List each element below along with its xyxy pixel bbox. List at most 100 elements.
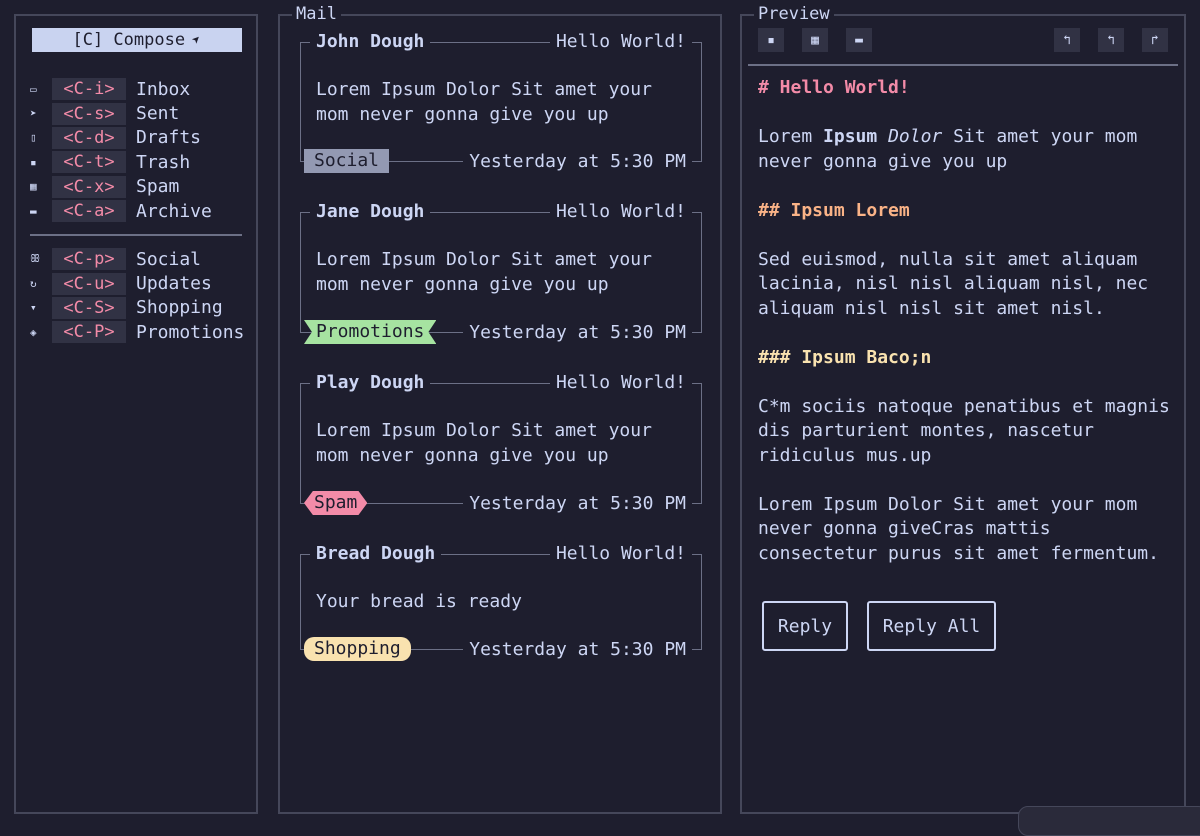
sidebar-divider [30, 234, 242, 236]
mail-date: Yesterday at 5:30 PM [463, 148, 692, 176]
mail-item[interactable]: Play Dough Hello World! Lorem Ipsum Dolo… [300, 371, 702, 518]
mark-spam-button[interactable]: ▦ [802, 28, 828, 52]
archive-icon: ▬ [855, 32, 863, 48]
sidebar-item-social[interactable]: ꕥ <C-p> Social [30, 247, 250, 271]
delete-button[interactable]: ▪ [758, 28, 784, 52]
mail-snippet: Lorem Ipsum Dolor Sit amet your mom neve… [316, 78, 692, 127]
sidebar-item-label: Shopping [136, 297, 223, 319]
tag-badge: Shopping [304, 637, 411, 661]
mail-sender: John Dough [310, 30, 431, 54]
mail-subject: Hello World! [549, 542, 692, 566]
sidebar-item-shopping[interactable]: ▾ <C-S> Shopping [30, 296, 250, 320]
shortcut-key: <C-S> [52, 296, 126, 319]
shortcut-key: <C-d> [52, 126, 126, 149]
heading-2: ## Ipsum Lorem [758, 199, 910, 221]
text-run: Lorem [758, 126, 824, 147]
mail-item[interactable]: John Dough Hello World! Lorem Ipsum Dolo… [300, 30, 702, 176]
spam-icon: ▦ [811, 32, 819, 48]
sidebar-item-label: Updates [136, 273, 212, 295]
sidebar-item-sent[interactable]: ➤ <C-s> Sent [30, 101, 250, 125]
trash-icon: ▪ [30, 155, 37, 169]
sidebar-item-label: Inbox [136, 78, 191, 100]
sidebar-item-label: Trash [136, 151, 191, 173]
mail-panel: Mail John Dough Hello World! Lorem Ipsum… [278, 3, 722, 814]
heading-1: # Hello World! [758, 77, 910, 98]
sidebar-item-archive[interactable]: ▬ <C-a> Archive [30, 199, 250, 223]
preview-toolbar: ▪ ▦ ▬ ↰ ↰ ↱ [758, 28, 1168, 54]
folder-list: ▭ <C-i> Inbox ➤ <C-s> Sent ▯ <C-d> Draft… [30, 77, 250, 223]
mail-snippet: Your bread is ready [316, 590, 692, 615]
tag-icon: ◈ [30, 325, 37, 339]
mail-panel-title: Mail [292, 3, 341, 25]
paper-plane-icon: ➤ [188, 31, 206, 49]
cart-icon: ▾ [30, 301, 37, 315]
mail-item[interactable]: Bread Dough Hello World! Your bread is r… [300, 542, 702, 664]
sidebar-item-label: Sent [136, 103, 180, 125]
mail-date: Yesterday at 5:30 PM [463, 636, 692, 664]
sidebar-item-label: Spam [136, 176, 180, 198]
text-run [877, 126, 888, 147]
shortcut-key: <C-a> [52, 200, 126, 223]
paragraph: Lorem Ipsum Dolor Sit amet your mom neve… [758, 125, 1178, 174]
reply-all-button[interactable]: Reply All [867, 601, 996, 651]
paragraph: Sed euismod, nulla sit amet aliquam laci… [758, 248, 1149, 319]
mail-snippet: Lorem Ipsum Dolor Sit amet your mom neve… [316, 419, 692, 468]
reply-toolbar-button[interactable]: ↰ [1054, 28, 1080, 52]
sidebar-item-label: Promotions [136, 321, 245, 343]
people-icon: ꕥ [30, 252, 41, 266]
shortcut-key: <C-s> [52, 102, 126, 125]
preview-content: # Hello World! Lorem Ipsum Dolor Sit ame… [758, 76, 1178, 591]
sidebar-item-updates[interactable]: ↻ <C-u> Updates [30, 271, 250, 295]
forward-icon: ↱ [1151, 32, 1159, 48]
inbox-icon: ▭ [30, 82, 37, 96]
trash-icon: ▪ [767, 32, 775, 48]
archive-icon: ▬ [30, 204, 37, 218]
sidebar-item-label: Social [136, 248, 202, 270]
sidebar-item-spam[interactable]: ▦ <C-x> Spam [30, 175, 250, 199]
shortcut-key: <C-u> [52, 272, 126, 295]
paragraph: C*m sociis natoque penatibus et magnis d… [758, 395, 1170, 466]
sidebar-item-drafts[interactable]: ▯ <C-d> Drafts [30, 126, 250, 150]
mail-subject: Hello World! [549, 371, 692, 395]
reply-all-toolbar-button[interactable]: ↰ [1098, 28, 1124, 52]
mail-date: Yesterday at 5:30 PM [463, 319, 692, 347]
preview-panel: Preview ▪ ▦ ▬ ↰ ↰ ↱ # Hello World! Lorem… [740, 3, 1186, 814]
forward-button[interactable]: ↱ [1142, 28, 1168, 52]
tag-badge: Promotions [304, 320, 437, 344]
italic-text: Dolor [888, 126, 943, 147]
send-icon: ➤ [30, 107, 37, 121]
mail-sender: Bread Dough [310, 542, 442, 566]
sidebar: [C] Compose ➤ ▭ <C-i> Inbox ➤ <C-s> Sent… [14, 14, 258, 814]
compose-button[interactable]: [C] Compose ➤ [32, 28, 242, 52]
mail-item[interactable]: Jane Dough Hello World! Lorem Ipsum Dolo… [300, 200, 702, 347]
archive-button[interactable]: ▬ [846, 28, 872, 52]
category-list: ꕥ <C-p> Social ↻ <C-u> Updates ▾ <C-S> S… [30, 247, 250, 345]
tag-badge: Spam [304, 491, 368, 515]
shortcut-key: <C-p> [52, 248, 126, 271]
mail-snippet: Lorem Ipsum Dolor Sit amet your mom neve… [316, 248, 692, 297]
sidebar-item-trash[interactable]: ▪ <C-t> Trash [30, 150, 250, 174]
mail-sender: Play Dough [310, 371, 431, 395]
system-dock [1018, 806, 1200, 836]
shortcut-key: <C-P> [52, 321, 126, 344]
mail-subject: Hello World! [549, 200, 692, 224]
heading-3: ### Ipsum Baco;n [758, 346, 932, 368]
mail-sender: Jane Dough [310, 200, 431, 224]
shortcut-key: <C-t> [52, 151, 126, 174]
reply-all-icon: ↰ [1107, 32, 1115, 48]
preview-divider [748, 64, 1178, 66]
sidebar-item-inbox[interactable]: ▭ <C-i> Inbox [30, 77, 250, 101]
paragraph: Lorem Ipsum Dolor Sit amet your mom neve… [758, 493, 1159, 564]
spam-icon: ▦ [30, 180, 37, 194]
bold-text: Ipsum [823, 126, 878, 147]
compose-label: [C] Compose [72, 30, 186, 50]
updates-icon: ↻ [30, 277, 37, 291]
sidebar-item-label: Archive [136, 200, 212, 222]
sidebar-item-promotions[interactable]: ◈ <C-P> Promotions [30, 320, 250, 344]
mail-subject: Hello World! [549, 30, 692, 54]
reply-button[interactable]: Reply [762, 601, 848, 651]
shortcut-key: <C-i> [52, 78, 126, 101]
mail-date: Yesterday at 5:30 PM [463, 490, 692, 518]
preview-panel-title: Preview [754, 3, 834, 25]
file-icon: ▯ [30, 131, 37, 145]
